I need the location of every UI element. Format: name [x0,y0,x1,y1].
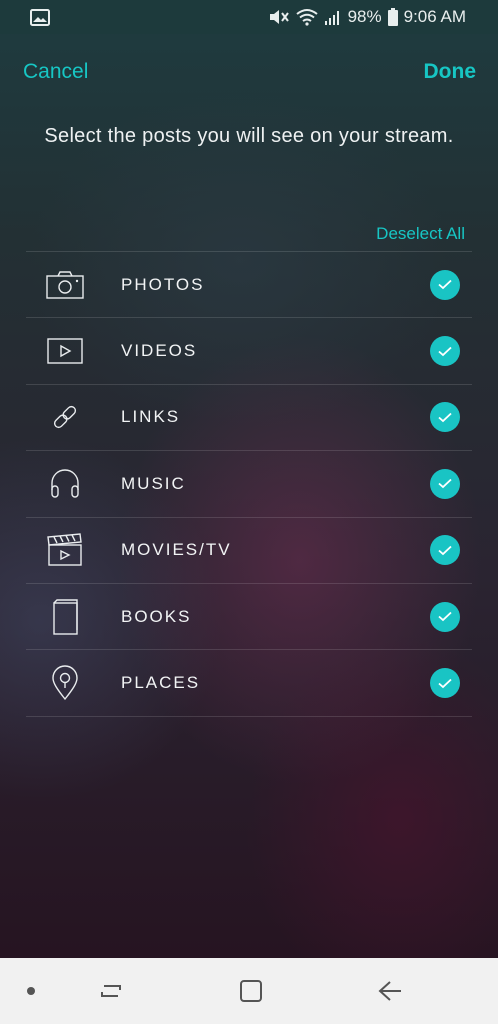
headphones-icon [26,468,106,500]
deselect-all-button[interactable]: Deselect All [376,224,465,244]
category-row-books[interactable]: BOOKS [26,584,472,651]
category-list: PHOTOS VIDEOS LINKS MUSIC MOVIES/TV BOOK… [26,251,472,717]
status-bar: 98% 9:06 AM [0,0,498,34]
checkmark-icon[interactable] [430,402,460,433]
checkmark-icon[interactable] [430,535,460,566]
category-label: BOOKS [121,606,192,626]
category-row-movies-tv[interactable]: MOVIES/TV [26,518,472,584]
category-row-videos[interactable]: VIDEOS [26,318,472,385]
checkmark-icon[interactable] [430,336,460,367]
link-icon [26,401,106,433]
system-nav-bar [0,958,498,1024]
category-label: PHOTOS [121,274,205,294]
image-notification-icon [30,8,50,26]
checkmark-icon[interactable] [430,269,460,300]
checkmark-icon[interactable] [430,601,460,632]
checkmark-icon[interactable] [430,668,460,699]
battery-icon [387,8,398,26]
category-row-music[interactable]: MUSIC [26,451,472,518]
map-pin-icon [26,665,106,701]
cancel-button[interactable]: Cancel [23,60,88,84]
category-row-places[interactable]: PLACES [26,650,472,717]
category-row-photos[interactable]: PHOTOS [26,252,472,319]
recent-apps-icon[interactable] [98,978,124,1004]
instructions-text: Select the posts you will see on your st… [44,125,454,147]
category-label: MUSIC [121,473,186,493]
category-label: MOVIES/TV [121,540,232,560]
mute-icon [268,8,290,26]
category-label: LINKS [121,407,181,427]
wifi-icon [295,8,318,26]
battery-percent: 98% [347,7,382,26]
book-icon [26,598,106,635]
category-row-links[interactable]: LINKS [26,385,472,452]
checkmark-icon[interactable] [430,468,460,499]
dot-icon[interactable] [26,986,36,996]
done-button[interactable]: Done [424,60,477,84]
signal-icon [324,9,342,25]
clock: 9:06 AM [403,7,466,26]
home-icon[interactable] [238,978,264,1004]
category-label: VIDEOS [121,341,198,361]
category-label: PLACES [121,673,201,693]
camera-icon [26,270,106,299]
back-icon[interactable] [376,978,404,1004]
clapperboard-icon [26,533,106,567]
video-play-icon [26,338,106,364]
header: Cancel Done [0,52,498,92]
